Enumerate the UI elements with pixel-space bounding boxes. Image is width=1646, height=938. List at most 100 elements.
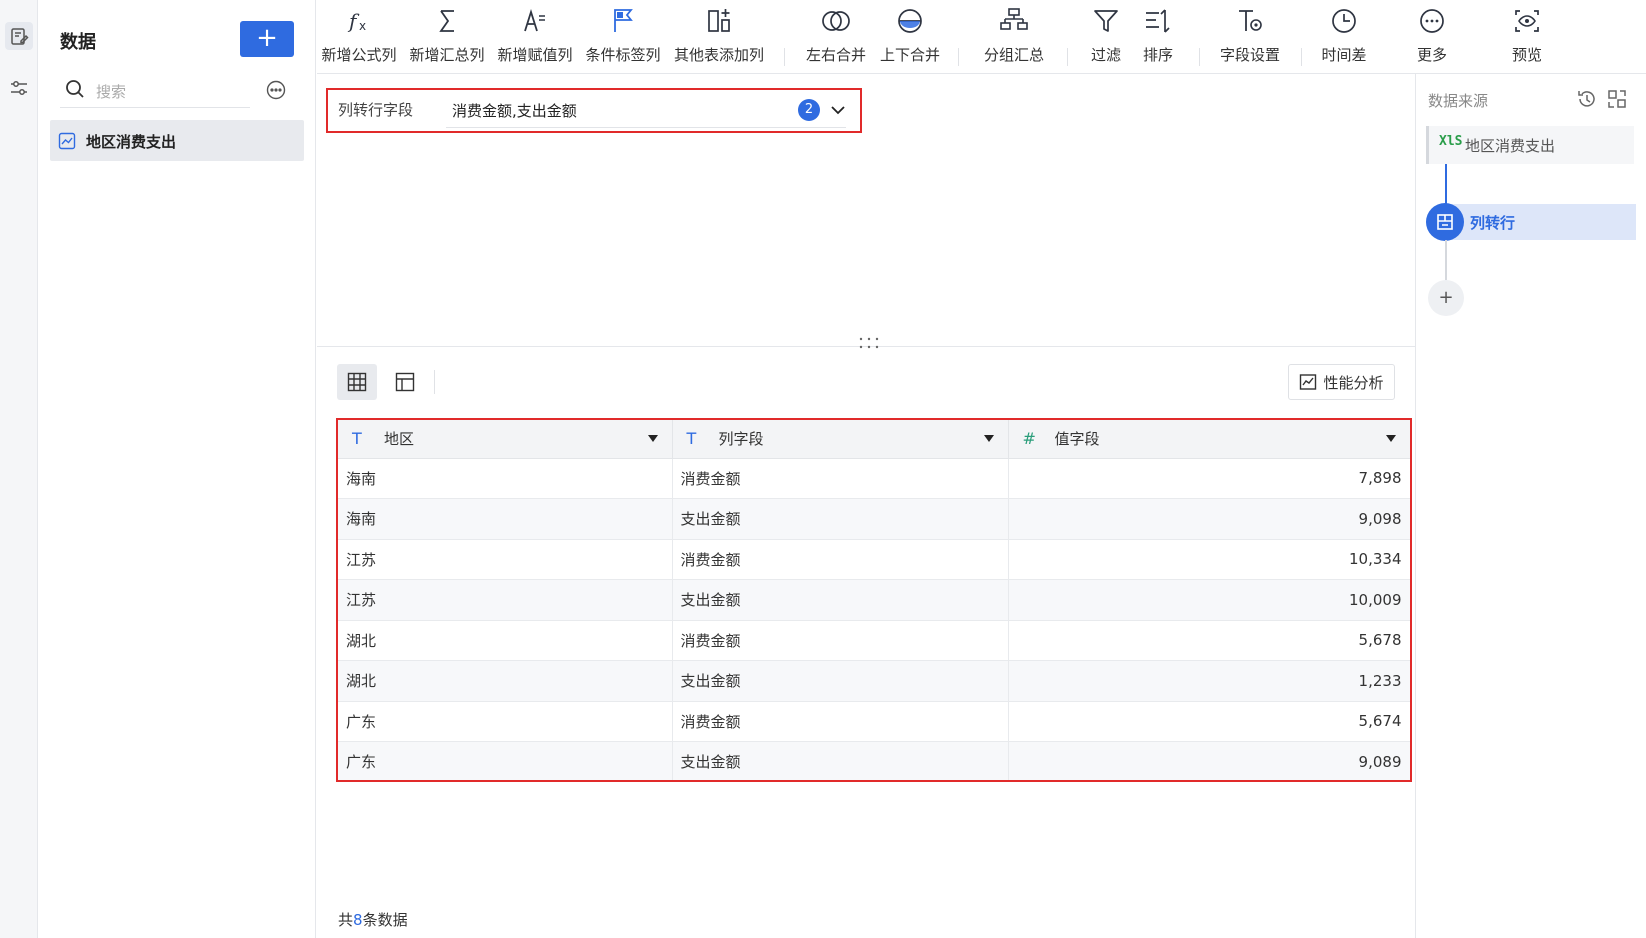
table-row: 湖北 支出金额 1,233: [338, 660, 1410, 702]
data-prep-icon[interactable]: [5, 22, 33, 50]
number-type-icon: #: [1022, 429, 1036, 449]
row-count-suffix: 条数据: [362, 911, 408, 929]
toolbar-separator: [1301, 48, 1302, 66]
column-header[interactable]: T 地区: [338, 420, 673, 459]
tool-label: 时间差: [1321, 46, 1367, 64]
add-formula-column-button[interactable]: fx 新增公式列: [321, 6, 397, 70]
cell-value-field[interactable]: 5,678: [1008, 620, 1410, 661]
group-summary-button[interactable]: 分组汇总: [975, 6, 1053, 70]
add-step-button[interactable]: +: [1428, 280, 1464, 316]
cell-region[interactable]: 湖北: [338, 660, 673, 702]
column-menu-caret-icon[interactable]: [647, 435, 658, 442]
cell-region[interactable]: 江苏: [338, 539, 673, 580]
sort-button[interactable]: 排序: [1135, 6, 1181, 70]
chevron-down-icon[interactable]: [828, 100, 848, 120]
selected-count-badge: 2: [798, 99, 820, 121]
unpivot-step-icon: [1426, 203, 1464, 241]
layout-view-button[interactable]: [385, 364, 425, 400]
cell-column-field[interactable]: 消费金额: [672, 620, 1009, 661]
sidebar-item-label: 地区消费支出: [86, 133, 177, 151]
grid-view-button[interactable]: [337, 364, 377, 400]
cell-column-field[interactable]: 支出金额: [672, 498, 1009, 540]
table-row: 广东 支出金额 9,089: [338, 741, 1410, 780]
cell-value-field[interactable]: 9,089: [1008, 741, 1410, 780]
unpivot-field-select[interactable]: 消费金额,支出金额 2: [446, 94, 846, 128]
cell-region[interactable]: 海南: [338, 498, 673, 540]
pipeline-source-label: 地区消费支出: [1465, 137, 1556, 155]
toolbar-separator: [1199, 48, 1200, 66]
unpivot-field-label: 列转行字段: [338, 101, 414, 119]
cell-column-field[interactable]: 支出金额: [672, 579, 1009, 621]
filter-button[interactable]: 过滤: [1083, 6, 1129, 70]
cell-value-field[interactable]: 9,098: [1008, 498, 1410, 540]
field-settings-icon: [1239, 10, 1262, 31]
pipeline-step-unpivot[interactable]: 列转行: [1426, 203, 1636, 241]
pipeline-source-node[interactable]: XlS 地区消费支出: [1426, 126, 1634, 164]
settings-sliders-icon[interactable]: [5, 74, 33, 102]
panel-resize-handle[interactable]: [858, 336, 880, 354]
column-header-label: 值字段: [1054, 430, 1100, 449]
table-row: 湖北 消费金额 5,678: [338, 620, 1410, 661]
cell-value-field[interactable]: 10,334: [1008, 539, 1410, 580]
join-icon: [822, 11, 850, 31]
column-menu-caret-icon[interactable]: [1385, 435, 1396, 442]
toolbar-separator: [784, 48, 785, 66]
cell-column-field[interactable]: 支出金额: [672, 741, 1009, 780]
column-header[interactable]: # 值字段: [1008, 420, 1410, 459]
preview-button[interactable]: 预览: [1496, 6, 1558, 70]
dataset-chart-icon: [58, 132, 76, 150]
assign-icon: [524, 9, 545, 32]
table-row: 江苏 支出金额 10,009: [338, 579, 1410, 621]
sidebar-title: 数据: [60, 32, 96, 53]
left-right-join-button[interactable]: 左右合并: [801, 6, 871, 70]
tool-label: 新增汇总列: [409, 46, 485, 64]
add-data-button[interactable]: +: [240, 21, 294, 57]
performance-analysis-button[interactable]: 性能分析: [1288, 364, 1395, 400]
pipeline-title: 数据来源: [1428, 92, 1489, 110]
icon-rail: [0, 0, 38, 938]
more-icon: [1420, 9, 1444, 33]
more-options-icon[interactable]: [266, 80, 286, 100]
cell-column-field[interactable]: 支出金额: [672, 660, 1009, 702]
add-column-from-other-table-button[interactable]: 其他表添加列: [671, 6, 767, 70]
field-settings-button[interactable]: 字段设置: [1213, 6, 1287, 70]
tool-label: 过滤: [1090, 46, 1121, 64]
cell-value-field[interactable]: 10,009: [1008, 579, 1410, 621]
cell-region[interactable]: 广东: [338, 701, 673, 742]
cell-column-field[interactable]: 消费金额: [672, 701, 1009, 742]
filter-icon: [1094, 10, 1118, 32]
preview-icon: [1515, 10, 1539, 32]
cell-region[interactable]: 广东: [338, 741, 673, 780]
add-summary-column-button[interactable]: 新增汇总列: [409, 6, 485, 70]
cell-region[interactable]: 湖北: [338, 620, 673, 661]
cell-region[interactable]: 江苏: [338, 579, 673, 621]
tool-label: 上下合并: [879, 46, 940, 64]
union-icon: [898, 9, 922, 33]
cell-value-field[interactable]: 5,674: [1008, 701, 1410, 742]
more-button[interactable]: 更多: [1401, 6, 1463, 70]
search-input[interactable]: 搜索: [60, 72, 250, 108]
group-icon: [1000, 8, 1028, 30]
conditional-label-column-button[interactable]: 条件标签列: [583, 6, 663, 70]
add-assign-column-button[interactable]: 新增赋值列: [497, 6, 573, 70]
time-difference-button[interactable]: 时间差: [1313, 6, 1375, 70]
tool-label: 分组汇总: [983, 46, 1044, 64]
clock-icon: [1332, 9, 1356, 33]
cell-value-field[interactable]: 1,233: [1008, 660, 1410, 702]
sidebar-item-dataset[interactable]: 地区消费支出: [50, 120, 304, 161]
table-grid-icon: [347, 372, 367, 392]
table-row: 江苏 消费金额 10,334: [338, 539, 1410, 580]
history-icon[interactable]: [1576, 88, 1598, 110]
column-menu-caret-icon[interactable]: [983, 435, 994, 442]
tool-label: 其他表添加列: [673, 46, 764, 64]
cell-column-field[interactable]: 消费金额: [672, 458, 1009, 499]
fx-icon: fx: [347, 9, 366, 33]
up-down-union-button[interactable]: 上下合并: [875, 6, 945, 70]
cell-region[interactable]: 海南: [338, 458, 673, 499]
cell-column-field[interactable]: 消费金额: [672, 539, 1009, 580]
tool-label: 字段设置: [1219, 46, 1280, 64]
layout-panel-icon: [395, 372, 415, 392]
column-header[interactable]: T 列字段: [672, 420, 1009, 459]
layout-icon[interactable]: [1606, 88, 1628, 110]
cell-value-field[interactable]: 7,898: [1008, 458, 1410, 499]
